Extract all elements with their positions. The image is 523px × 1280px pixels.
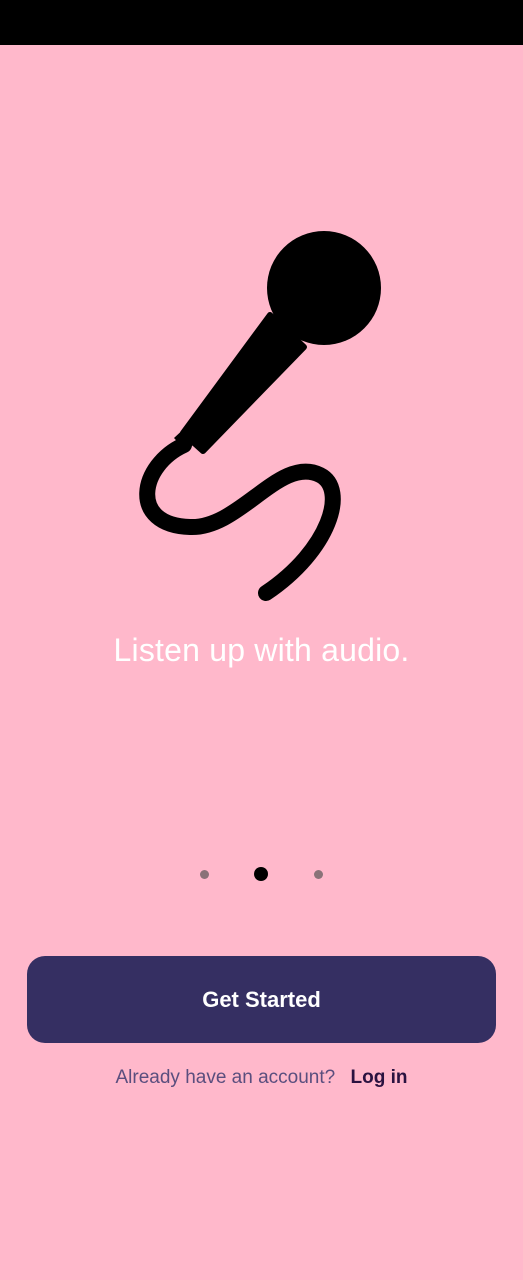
onboarding-illustration (0, 225, 523, 615)
onboarding-tagline: Listen up with audio. (113, 632, 410, 668)
status-bar (0, 0, 523, 45)
page-indicator (0, 866, 523, 882)
login-row: Already have an account? Log in (0, 1067, 523, 1089)
page-dot-1[interactable] (200, 869, 209, 879)
page-dot-3[interactable] (314, 869, 323, 879)
microphone-icon (139, 231, 381, 601)
page-dot-2-active[interactable] (254, 867, 268, 881)
login-prompt-text: Already have an account? (115, 1067, 336, 1088)
login-link[interactable]: Log in (351, 1067, 408, 1088)
get-started-button[interactable]: Get Started (27, 956, 496, 1043)
